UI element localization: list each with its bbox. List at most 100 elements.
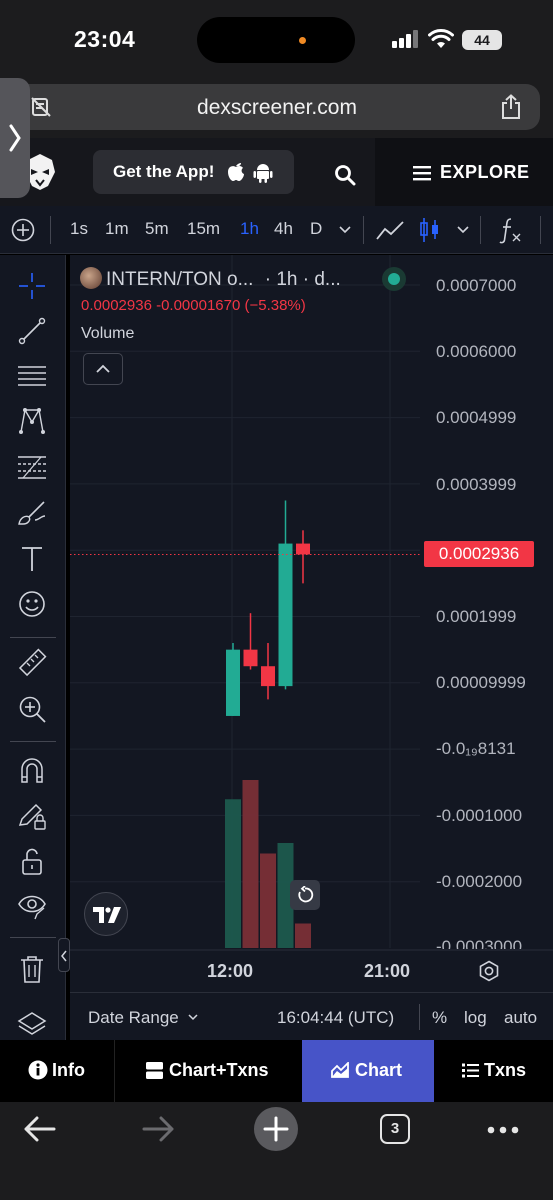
add-symbol-icon[interactable] xyxy=(11,218,35,242)
tradingview-logo-icon xyxy=(93,907,121,923)
status-time: 23:04 xyxy=(74,26,136,52)
apple-icon xyxy=(228,163,244,181)
tab-chart-label: Chart xyxy=(355,1060,403,1080)
site-header: Get the App! EXPLORE xyxy=(0,138,553,206)
get-app-label: Get the App! xyxy=(113,162,215,181)
interval-4h[interactable]: 4h xyxy=(274,219,293,239)
collapse-legend-button[interactable] xyxy=(83,353,123,385)
android-icon xyxy=(253,164,273,183)
get-app-button[interactable]: Get the App! xyxy=(93,150,294,194)
y-axis-label: -0.0₁₉8131 xyxy=(436,739,516,758)
trash-icon[interactable] xyxy=(17,954,47,984)
candle-body xyxy=(226,649,240,716)
battery-indicator: 44 xyxy=(462,30,502,50)
tab-chart-txns-label: Chart+Txns xyxy=(169,1060,269,1080)
interval-1s[interactable]: 1s xyxy=(70,219,88,239)
new-tab-plus-icon[interactable] xyxy=(254,1107,298,1151)
cellular-signal-icon xyxy=(392,30,418,48)
list-icon xyxy=(462,1063,479,1078)
volume-bar xyxy=(242,780,259,948)
forward-arrow-icon[interactable] xyxy=(142,1116,174,1142)
area-chart-icon xyxy=(331,1060,349,1078)
date-range-dropdown[interactable]: Date Range xyxy=(88,1008,198,1028)
tradingview-logo[interactable] xyxy=(84,892,128,936)
interval-dropdown-chevron-icon[interactable] xyxy=(339,226,351,234)
unlock-icon[interactable] xyxy=(17,847,47,877)
auto-scale-toggle[interactable]: auto xyxy=(504,1008,537,1028)
privacy-indicator-dot xyxy=(299,37,306,44)
browser-address-area: dexscreener.com xyxy=(0,80,553,138)
chevron-left-icon xyxy=(61,950,67,962)
chevron-down-icon xyxy=(188,1014,198,1021)
ohlc-values: 0.0002936 -0.00001670 (−5.38%) xyxy=(81,297,306,314)
line-chart-type-icon[interactable] xyxy=(376,219,404,241)
tab-info-label: Info xyxy=(52,1060,85,1080)
y-axis-label: 0.0004999 xyxy=(436,408,517,427)
more-options-icon[interactable] xyxy=(487,1126,519,1134)
layers-icon[interactable] xyxy=(17,1011,47,1037)
volume-bar xyxy=(225,799,241,948)
candle-body xyxy=(243,649,258,667)
y-axis-label: 0.0007000 xyxy=(436,276,517,295)
pattern-tool-icon[interactable] xyxy=(17,406,47,436)
chart-toolbar: 1s 1m 5m 15m 1h 4h D xyxy=(0,206,553,254)
chart-settings-gear-icon[interactable] xyxy=(478,960,500,982)
fib-retracement-icon[interactable] xyxy=(17,452,47,482)
candles-chart-type-icon[interactable] xyxy=(419,217,441,243)
dynamic-island xyxy=(197,17,355,63)
visibility-eye-icon[interactable] xyxy=(17,891,47,921)
back-arrow-icon[interactable] xyxy=(24,1116,56,1142)
lock-drawings-pencil-icon[interactable] xyxy=(17,801,47,831)
footer-separator xyxy=(419,1004,420,1030)
explore-button[interactable]: EXPLORE xyxy=(375,138,553,206)
split-view-icon xyxy=(146,1062,163,1079)
live-status-dot xyxy=(382,267,406,291)
interval-15m[interactable]: 15m xyxy=(187,219,220,239)
interval-1h[interactable]: 1h xyxy=(240,219,259,239)
emoji-icon[interactable] xyxy=(17,589,47,619)
crosshair-icon[interactable] xyxy=(17,271,47,301)
info-icon xyxy=(28,1060,48,1080)
tab-chart[interactable]: Chart xyxy=(302,1040,434,1102)
collapse-toolbar-button[interactable] xyxy=(58,938,70,972)
horizontal-lines-icon[interactable] xyxy=(17,361,47,391)
date-range-label: Date Range xyxy=(88,1008,179,1027)
log-scale-toggle[interactable]: log xyxy=(464,1008,487,1028)
price-chart[interactable]: INTERN/TON o... · 1h · d... 0.0002936 -0… xyxy=(70,255,553,992)
token-avatar xyxy=(80,267,102,289)
interval-1d[interactable]: D xyxy=(310,219,322,239)
share-icon[interactable] xyxy=(500,94,522,120)
chevron-up-icon xyxy=(96,364,110,373)
side-panel-handle[interactable] xyxy=(0,78,30,198)
interval-1m[interactable]: 1m xyxy=(105,219,129,239)
zoom-in-icon[interactable] xyxy=(17,694,47,724)
indicators-fx-icon[interactable] xyxy=(498,216,524,244)
utc-clock[interactable]: 16:04:44 (UTC) xyxy=(277,1008,394,1028)
tab-txns[interactable]: Txns xyxy=(434,1040,553,1102)
x-axis-label: 12:00 xyxy=(207,961,254,981)
tab-info[interactable]: Info xyxy=(0,1040,114,1102)
current-price-tag: 0.0002936 xyxy=(424,541,534,568)
drawing-toolbar xyxy=(0,255,66,1040)
chart-type-dropdown-chevron-icon[interactable] xyxy=(457,226,469,234)
chart-legend: INTERN/TON o... · 1h · d... xyxy=(80,267,406,291)
reset-chart-button[interactable] xyxy=(290,880,320,910)
percent-scale-toggle[interactable]: % xyxy=(432,1008,447,1028)
tool-separator xyxy=(10,741,56,742)
tab-count-button[interactable]: 3 xyxy=(380,1114,410,1144)
ruler-icon[interactable] xyxy=(17,648,47,678)
text-tool-icon[interactable] xyxy=(17,544,47,574)
y-axis-label: 0.00009999 xyxy=(436,673,526,692)
volume-label: Volume xyxy=(81,325,135,342)
reset-icon xyxy=(298,886,314,903)
interval-5m[interactable]: 5m xyxy=(145,219,169,239)
search-icon[interactable] xyxy=(334,164,356,186)
wifi-icon xyxy=(428,29,454,48)
magnet-icon[interactable] xyxy=(17,755,47,785)
trend-line-icon[interactable] xyxy=(17,316,47,346)
brush-icon[interactable] xyxy=(17,498,47,528)
address-bar[interactable]: dexscreener.com xyxy=(14,84,540,130)
tool-separator xyxy=(10,937,56,938)
y-axis-label: 0.0001999 xyxy=(436,607,517,626)
tab-chart-txns[interactable]: Chart+Txns xyxy=(115,1040,301,1102)
